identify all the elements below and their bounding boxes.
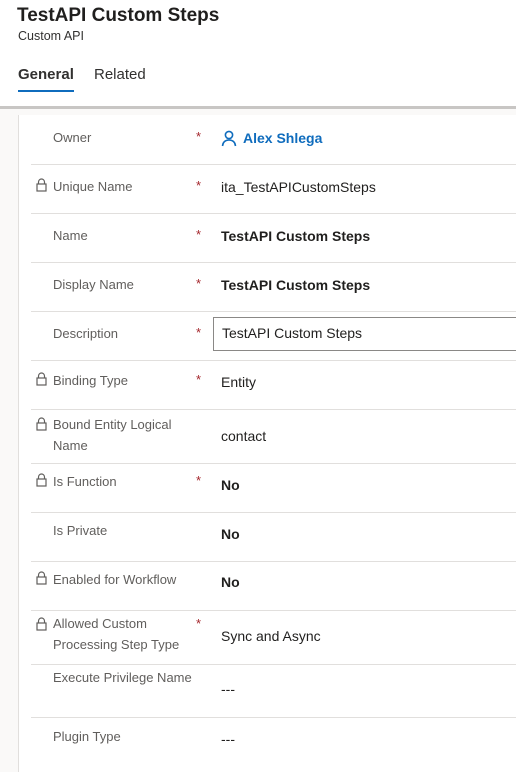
lock-icon <box>36 372 47 386</box>
field-row-name: Name * TestAPI Custom Steps <box>31 213 516 263</box>
field-value-binding-type[interactable]: Entity <box>221 373 256 391</box>
field-row-description: Description * TestAPI Custom Steps <box>31 311 516 361</box>
tab-related[interactable]: Related <box>94 66 146 83</box>
field-label-enabled-for-workflow: Enabled for Workflow <box>53 572 177 587</box>
field-label-is-private: Is Private <box>53 523 108 538</box>
required-marker: * <box>196 473 202 488</box>
lock-icon <box>36 417 47 431</box>
field-label-owner: Owner <box>53 130 92 145</box>
field-value-bound-entity-logical-name[interactable]: contact <box>221 427 266 445</box>
owner-name: Alex Shlega <box>243 130 323 146</box>
field-label-binding-type: Binding Type <box>53 373 128 388</box>
field-value-allowed-custom-processing-step-type[interactable]: Sync and Async <box>221 627 321 645</box>
tab-general[interactable]: General <box>18 66 74 83</box>
field-label-name: Name <box>53 228 88 243</box>
description-textbox[interactable]: TestAPI Custom Steps <box>213 317 516 351</box>
person-icon <box>221 130 237 146</box>
field-value-display-name[interactable]: TestAPI Custom Steps <box>221 276 370 294</box>
owner-lookup-link[interactable]: Alex Shlega <box>221 129 322 147</box>
field-label-display-name: Display Name <box>53 277 134 292</box>
required-marker: * <box>196 178 202 193</box>
required-marker: * <box>196 276 202 291</box>
field-value-execute-privilege-name[interactable]: --- <box>221 680 235 698</box>
field-row-owner: Owner * Alex Shlega <box>31 115 516 165</box>
field-label-allowed-custom-processing-step-type: Allowed Custom Processing Step Type <box>53 616 180 652</box>
lock-icon <box>36 473 47 487</box>
field-label-execute-privilege-name: Execute Privilege Name <box>53 670 192 685</box>
required-marker: * <box>196 325 202 340</box>
description-text: TestAPI Custom Steps <box>222 325 363 341</box>
field-row-allowed-custom-processing-step-type: Allowed Custom Processing Step Type * Sy… <box>31 610 516 665</box>
field-row-is-function: Is Function * No <box>31 463 516 513</box>
record-title: TestAPI Custom Steps <box>17 5 220 26</box>
field-label-bound-entity-logical-name: Bound Entity Logical Name <box>53 417 172 453</box>
record-header: TestAPI Custom Steps Custom API General … <box>0 0 516 109</box>
field-label-is-function: Is Function <box>53 474 117 489</box>
field-label-plugin-type: Plugin Type <box>53 729 121 744</box>
field-value-enabled-for-workflow[interactable]: No <box>221 573 240 591</box>
field-row-unique-name: Unique Name * ita_TestAPICustomSteps <box>31 164 516 214</box>
required-marker: * <box>196 372 202 387</box>
field-row-bound-entity-logical-name: Bound Entity Logical Name contact <box>31 409 516 464</box>
field-row-plugin-type: Plugin Type --- <box>31 717 516 767</box>
lock-icon <box>36 617 47 631</box>
field-value-is-private[interactable]: No <box>221 525 240 543</box>
lock-icon <box>36 571 47 585</box>
field-value-is-function[interactable]: No <box>221 476 240 494</box>
selected-tab-indicator <box>18 90 74 92</box>
required-marker: * <box>196 227 202 242</box>
record-entity-type: Custom API <box>18 29 84 43</box>
field-value-plugin-type[interactable]: --- <box>221 730 235 748</box>
field-row-execute-privilege-name: Execute Privilege Name --- <box>31 664 516 718</box>
field-row-binding-type: Binding Type * Entity <box>31 360 516 410</box>
field-value-name[interactable]: TestAPI Custom Steps <box>221 227 370 245</box>
field-row-enabled-for-workflow: Enabled for Workflow No <box>31 561 516 611</box>
lock-icon <box>36 178 47 192</box>
required-marker: * <box>196 616 202 631</box>
field-label-unique-name: Unique Name <box>53 179 133 194</box>
field-label-description: Description <box>53 326 119 341</box>
required-marker: * <box>196 129 202 144</box>
field-row-is-private: Is Private No <box>31 512 516 562</box>
field-value-unique-name[interactable]: ita_TestAPICustomSteps <box>221 178 376 196</box>
field-row-display-name: Display Name * TestAPI Custom Steps <box>31 262 516 312</box>
